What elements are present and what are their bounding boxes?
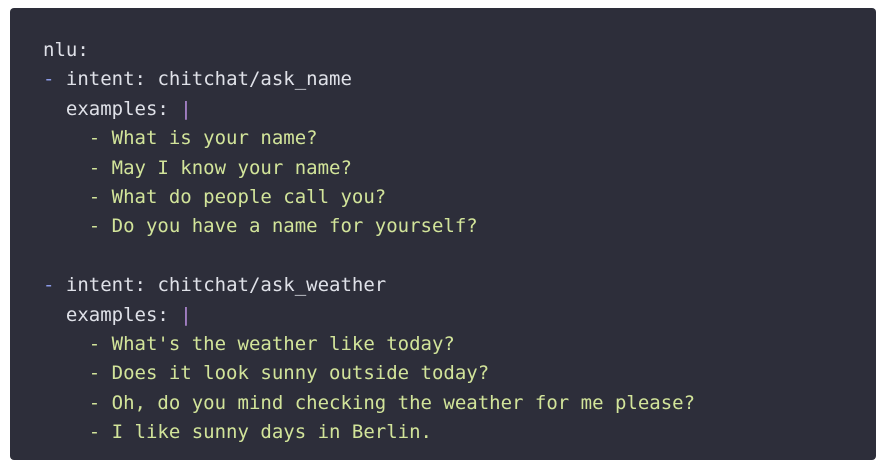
intent-value: chitchat/ask_weather bbox=[157, 274, 387, 297]
item-dash: - bbox=[88, 332, 101, 355]
intent-key: intent: bbox=[65, 68, 146, 91]
item-dash: - bbox=[88, 185, 101, 208]
example-text: Does it look sunny outside today? bbox=[111, 362, 490, 385]
list-dash: - bbox=[43, 68, 55, 91]
code-line-example: - Do you have a name for yourself? bbox=[43, 212, 876, 241]
code-line-example: - Does it look sunny outside today? bbox=[43, 359, 876, 388]
examples-key: examples: bbox=[65, 303, 169, 326]
code-line-example: - Oh, do you mind checking the weather f… bbox=[43, 389, 876, 418]
block-pipe: | bbox=[180, 303, 192, 326]
item-dash: - bbox=[88, 362, 101, 385]
code-line-intent: - intent: chitchat/ask_name bbox=[43, 65, 876, 94]
example-text: I like sunny days in Berlin. bbox=[111, 421, 432, 444]
nlu-key: nlu: bbox=[43, 39, 89, 61]
code-line-example: - What's the weather like today? bbox=[43, 330, 876, 359]
code-line-examples: examples: | bbox=[43, 95, 876, 124]
examples-key: examples: bbox=[65, 97, 169, 120]
code-line-example: - I like sunny days in Berlin. bbox=[43, 418, 876, 447]
code-line-example: - What is your name? bbox=[43, 124, 876, 153]
item-dash: - bbox=[88, 215, 101, 238]
code-line-intent: - intent: chitchat/ask_weather bbox=[43, 271, 876, 300]
code-block: nlu: - intent: chitchat/ask_name example… bbox=[10, 8, 876, 460]
code-line-examples: examples: | bbox=[43, 301, 876, 330]
item-dash: - bbox=[88, 391, 101, 414]
example-text: Oh, do you mind checking the weather for… bbox=[111, 391, 696, 414]
example-text: What do people call you? bbox=[111, 185, 387, 208]
intent-key: intent: bbox=[65, 274, 146, 297]
item-dash: - bbox=[88, 156, 101, 179]
item-dash: - bbox=[88, 127, 101, 150]
code-line-example: - May I know your name? bbox=[43, 154, 876, 183]
block-pipe: | bbox=[180, 97, 192, 120]
intent-value: chitchat/ask_name bbox=[157, 68, 352, 91]
item-dash: - bbox=[88, 421, 101, 444]
code-line-nlu: nlu: bbox=[43, 36, 876, 65]
code-line-example: - What do people call you? bbox=[43, 183, 876, 212]
example-text: What is your name? bbox=[111, 127, 318, 150]
list-dash: - bbox=[43, 274, 55, 297]
example-text: May I know your name? bbox=[111, 156, 352, 179]
example-text: Do you have a name for yourself? bbox=[111, 215, 478, 238]
example-text: What's the weather like today? bbox=[111, 332, 455, 355]
